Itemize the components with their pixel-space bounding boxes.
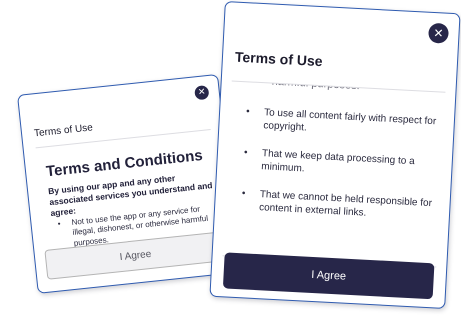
- list-item: That we cannot be held responsible for c…: [239, 187, 436, 223]
- close-button[interactable]: ✕: [428, 22, 450, 44]
- list-item: To use all content fairly with respect f…: [243, 105, 440, 141]
- close-icon: ✕: [197, 86, 206, 98]
- stage: ✕ Terms of Use Terms and Conditions By u…: [0, 0, 461, 325]
- terms-dialog-front: ✕ Terms of Use harmful purposes. To use …: [209, 1, 461, 309]
- terms-scroll-area[interactable]: harmful purposes. To use all content fai…: [213, 81, 456, 267]
- terms-dialog-back: ✕ Terms of Use Terms and Conditions By u…: [17, 73, 239, 294]
- terms-list: To use all content fairly with respect f…: [238, 105, 440, 238]
- dialog-title: Terms of Use: [33, 122, 94, 140]
- close-button[interactable]: ✕: [194, 84, 210, 101]
- close-icon: ✕: [433, 25, 444, 41]
- dialog-title: Terms of Use: [234, 48, 323, 70]
- list-item: That we keep data processing to a minimu…: [241, 146, 438, 182]
